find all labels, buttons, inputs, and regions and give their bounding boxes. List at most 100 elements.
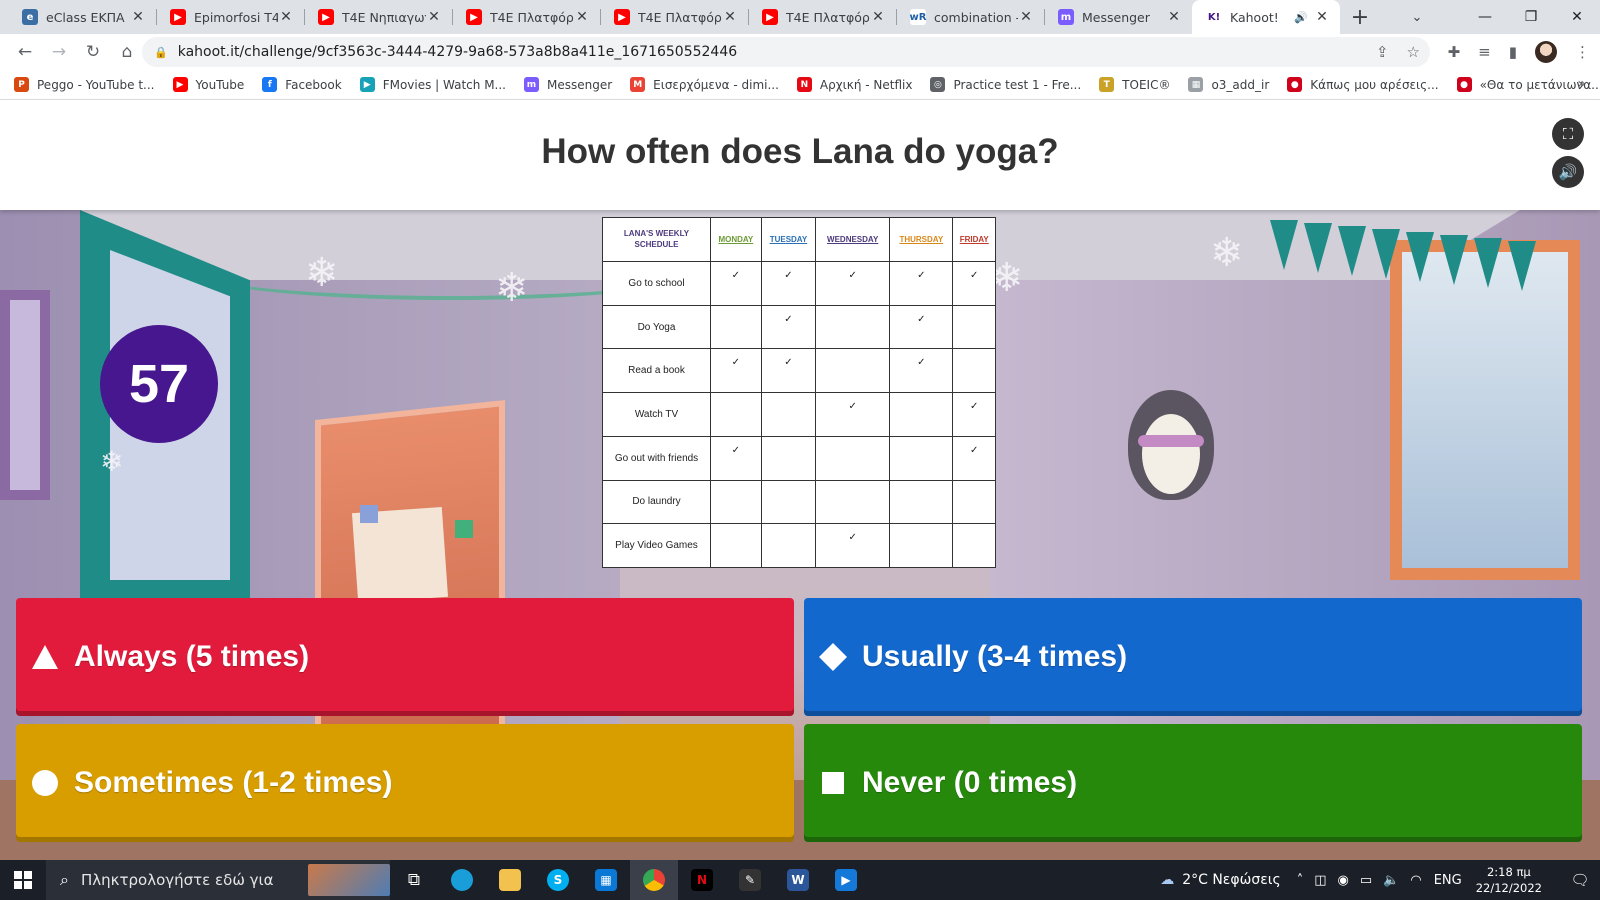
tab-audio-icon[interactable]: 🔊 xyxy=(1294,11,1308,24)
close-tab-icon[interactable]: ✕ xyxy=(278,9,294,25)
browser-tab[interactable]: ▶ T4E Νηπιαγωγ ✕ xyxy=(304,0,452,34)
taskbar-search[interactable]: ⌕ Πληκτρολογήστε εδώ για xyxy=(46,860,390,900)
extensions-icon[interactable]: ✚ xyxy=(1448,43,1461,61)
reload-icon[interactable]: ↻ xyxy=(78,37,108,67)
store-icon[interactable]: ▦ xyxy=(582,860,630,900)
day-cell xyxy=(710,479,762,525)
bookmark-item[interactable]: ▶ YouTube xyxy=(172,77,245,92)
bookmark-item[interactable]: T TOEIC® xyxy=(1099,77,1170,92)
schedule-row: Play Video Games ✓ xyxy=(602,523,996,568)
bookmark-label: YouTube xyxy=(195,77,245,92)
windows-start-icon[interactable] xyxy=(0,860,46,900)
close-tab-icon[interactable]: ✕ xyxy=(1018,9,1034,25)
bookmark-item[interactable]: P Peggo - YouTube t... xyxy=(14,77,155,92)
lock-icon[interactable]: 🔒 xyxy=(154,46,168,59)
skype-icon[interactable]: S xyxy=(534,860,582,900)
media-control-icon[interactable]: ≡ xyxy=(1478,43,1491,61)
word-icon[interactable]: W xyxy=(774,860,822,900)
volume-icon[interactable]: 🔈 xyxy=(1383,873,1399,888)
flag xyxy=(1406,232,1434,282)
pen-app-icon[interactable]: ✎ xyxy=(726,860,774,900)
answer-label: Usually (3-4 times) xyxy=(862,640,1128,673)
close-tab-icon[interactable]: ✕ xyxy=(574,9,590,25)
answer-always[interactable]: Always (5 times) xyxy=(16,598,794,716)
netflix-icon[interactable]: N xyxy=(678,860,726,900)
language-indicator[interactable]: ENG xyxy=(1434,873,1462,888)
bookmark-item[interactable]: M Εισερχόμενα - dimi... xyxy=(630,77,779,92)
restore-icon[interactable]: ❐ xyxy=(1508,0,1554,34)
search-highlight-image xyxy=(308,864,390,896)
browser-tab[interactable]: wR combination - A✕ xyxy=(896,0,1044,34)
address-bar[interactable]: 🔒 kahoot.it/challenge/9cf3563c-3444-4279… xyxy=(142,37,1430,67)
close-tab-icon[interactable]: ✕ xyxy=(870,9,886,25)
bookmark-item[interactable]: m Messenger xyxy=(524,77,612,92)
browser-tab[interactable]: ▶ T4E Πλατφόρμ ✕ xyxy=(452,0,600,34)
wifi-icon[interactable]: ◠ xyxy=(1410,873,1421,888)
browser-tab[interactable]: ▶ T4E Πλατφόρμ ✕ xyxy=(748,0,896,34)
chrome-menu-icon[interactable]: ⋮ xyxy=(1575,43,1590,61)
minimize-icon[interactable]: — xyxy=(1462,0,1508,34)
close-tab-icon[interactable]: ✕ xyxy=(1314,9,1330,25)
app-tray-icon[interactable]: ◉ xyxy=(1338,873,1349,888)
check-mark-icon: ✓ xyxy=(784,269,793,281)
bookmark-item[interactable]: ● Κάπως μου αρέσεις... xyxy=(1287,77,1439,92)
close-tab-icon[interactable]: ✕ xyxy=(130,9,146,25)
close-tab-icon[interactable]: ✕ xyxy=(1166,9,1182,25)
bookmark-item[interactable]: N Αρχική - Netflix xyxy=(796,77,912,92)
bookmark-item[interactable]: f Facebook xyxy=(262,77,342,92)
more-bookmarks-icon[interactable]: » xyxy=(1577,76,1586,92)
browser-tab[interactable]: ▶ Epimorfosi T4E✕ xyxy=(156,0,304,34)
system-tray: ☁ 2°C Νεφώσεις ˄ ◫ ◉ ▭ 🔈 ◠ ENG 2:18 πμ 2… xyxy=(1160,860,1600,900)
answer-usually[interactable]: Usually (3-4 times) xyxy=(804,598,1582,716)
video-app-icon[interactable]: ▶ xyxy=(822,860,870,900)
answer-sometimes[interactable]: Sometimes (1-2 times) xyxy=(16,724,794,842)
share-icon[interactable]: ⇪ xyxy=(1376,43,1389,61)
back-icon[interactable]: ← xyxy=(10,37,40,67)
task-view-icon[interactable]: ⧉ xyxy=(390,860,438,900)
tab-title: T4E Πλατφόρμ xyxy=(490,9,574,25)
schedule-row: Do Yoga ✓ ✓ xyxy=(602,304,996,350)
weather-widget[interactable]: ☁ 2°C Νεφώσεις xyxy=(1160,872,1281,888)
youtube-icon: ▶ xyxy=(170,9,186,25)
answer-label: Never (0 times) xyxy=(862,766,1078,799)
windows-taskbar: ⌕ Πληκτρολογήστε εδώ για ⧉ S ▦ N ✎ W ▶ ☁… xyxy=(0,860,1600,900)
browser-tab[interactable]: e eClass ΕΚΠΑ | Π✕ xyxy=(8,0,156,34)
bookmark-label: FMovies | Watch M... xyxy=(382,77,506,92)
home-icon[interactable]: ⌂ xyxy=(112,37,142,67)
answer-never[interactable]: Never (0 times) xyxy=(804,724,1582,842)
bookmark-item[interactable]: ◎ Practice test 1 - Fre... xyxy=(930,77,1081,92)
close-tab-icon[interactable]: ✕ xyxy=(426,9,442,25)
forward-icon[interactable]: → xyxy=(44,37,74,67)
notifications-icon[interactable]: 🗨 xyxy=(1560,871,1600,889)
clock[interactable]: 2:18 πμ 22/12/2022 xyxy=(1476,864,1542,896)
penguin-decoration xyxy=(1128,380,1214,500)
tab-search-icon[interactable]: ⌄ xyxy=(1402,0,1432,34)
browser-tab[interactable]: ▶ T4E Πλατφόρμ ✕ xyxy=(600,0,748,34)
profile-avatar[interactable] xyxy=(1535,41,1557,63)
browser-tab[interactable]: m Messenger ✕ xyxy=(1044,0,1192,34)
show-hidden-icon[interactable]: ˄ xyxy=(1297,873,1304,888)
bookmark-star-icon[interactable]: ☆ xyxy=(1407,43,1420,61)
bookmark-item[interactable]: ▶ FMovies | Watch M... xyxy=(359,77,506,92)
browser-toolbar: ← → ↻ ⌂ 🔒 kahoot.it/challenge/9cf3563c-3… xyxy=(0,34,1600,70)
fullscreen-icon[interactable]: ⛶ xyxy=(1552,118,1584,150)
bookmark-item[interactable]: ▦ o3_add_ir xyxy=(1188,77,1269,92)
side-panel-icon[interactable]: ▮ xyxy=(1509,43,1517,61)
battery-icon[interactable]: ▭ xyxy=(1360,873,1372,888)
green-sticker xyxy=(455,520,473,538)
browser-tab[interactable]: K! Kahoot! 🔊 ✕ xyxy=(1192,0,1340,34)
site-icon: ● xyxy=(1456,77,1472,92)
close-window-icon[interactable]: ✕ xyxy=(1554,0,1600,34)
sound-icon[interactable]: 🔊 xyxy=(1552,156,1584,188)
gmail-icon: M xyxy=(630,77,646,92)
close-tab-icon[interactable]: ✕ xyxy=(722,9,738,25)
new-tab-button[interactable]: + xyxy=(1344,0,1376,34)
chrome-icon[interactable] xyxy=(630,860,678,900)
edge-icon[interactable] xyxy=(438,860,486,900)
file-explorer-icon[interactable] xyxy=(486,860,534,900)
check-mark-icon: ✓ xyxy=(970,269,979,281)
check-mark-icon: ✓ xyxy=(917,357,926,369)
question-title: How often does Lana do yoga? xyxy=(541,132,1059,171)
check-mark-icon: ✓ xyxy=(917,313,926,325)
meet-now-icon[interactable]: ◫ xyxy=(1314,873,1326,888)
